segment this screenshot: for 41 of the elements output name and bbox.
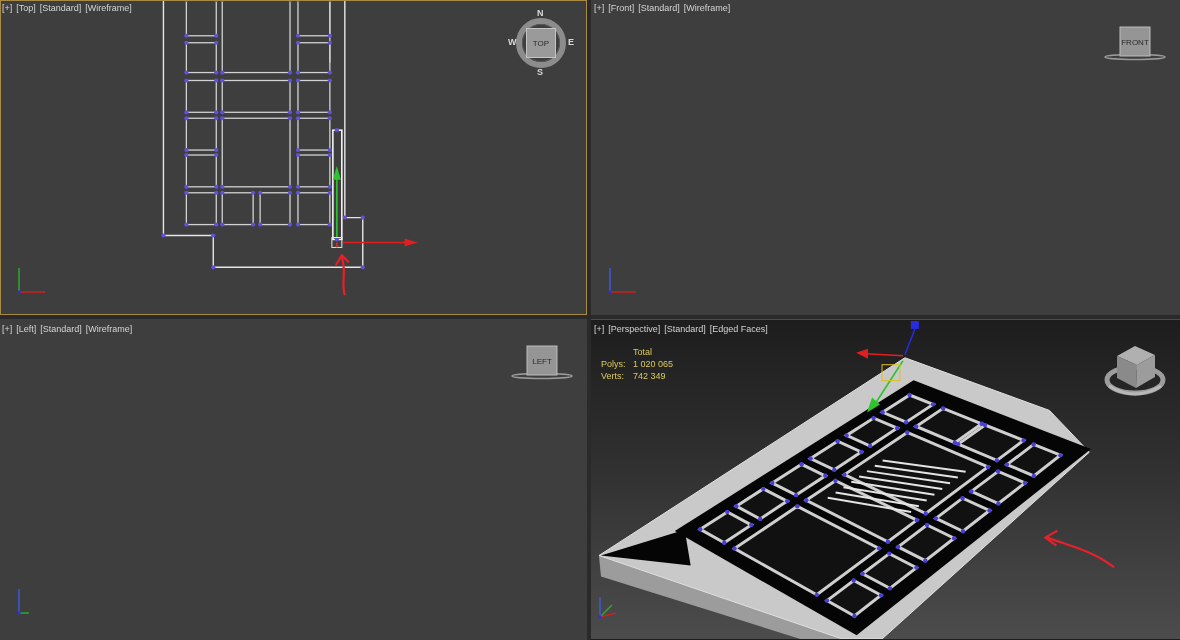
move-gizmo[interactable] <box>856 321 919 413</box>
stats-value: 1 020 065 <box>633 359 674 370</box>
compass-letter: N <box>537 9 544 18</box>
annotation-arrow <box>334 253 350 296</box>
viewport[interactable]: [+] [Top] [Standard] [Wireframe] N W TOP E S <box>0 0 587 315</box>
annotation-arrow <box>1043 529 1115 569</box>
compass-letter: E <box>568 38 574 47</box>
axis-tripod-icon <box>598 597 616 619</box>
axis-tripod-icon <box>608 268 636 294</box>
viewport[interactable]: [+] [Left] [Standard] [Wireframe] LEFT <box>0 319 587 640</box>
stats-label: Polys: <box>601 359 627 370</box>
viewport-menu[interactable]: [Front] <box>608 3 635 14</box>
viewport-menu[interactable]: [Standard] <box>40 324 82 335</box>
axis-tripod-icon <box>17 589 29 615</box>
stats-value: 742 349 <box>633 371 667 382</box>
viewport[interactable]: [+] [Front] [Standard] [Wireframe] FRONT <box>591 0 1180 315</box>
viewport-menu[interactable]: [Perspective] <box>608 324 661 335</box>
viewport-menu[interactable]: [+] <box>2 324 13 335</box>
viewport-menu[interactable]: [Standard] <box>39 3 82 14</box>
move-gizmo[interactable] <box>331 165 418 249</box>
viewcube[interactable]: FRONT <box>1103 21 1167 61</box>
stats-label: Verts: <box>601 371 625 382</box>
stats-heading: Total <box>633 347 653 358</box>
axis-tripod-icon <box>17 268 45 294</box>
viewport-menu[interactable]: [Standard] <box>638 3 680 14</box>
viewport-menu[interactable]: [Wireframe] <box>85 324 133 335</box>
viewport-menu[interactable]: [Wireframe] <box>85 3 132 14</box>
viewport-menu[interactable]: [Left] <box>16 324 37 335</box>
viewport-menu[interactable]: [Edged Faces] <box>709 324 768 335</box>
viewport-menu[interactable]: [Top] <box>16 3 36 14</box>
viewport[interactable]: [+] [Perspective] [Standard] [Edged Faces] Total Polys: 1 020 065 Verts: 742 349 <box>591 319 1180 640</box>
viewport-menu[interactable]: [+] <box>594 324 605 335</box>
viewport-menu[interactable]: [Wireframe] <box>683 3 731 14</box>
viewport-menu[interactable]: [+] <box>594 3 605 14</box>
compass-ring[interactable] <box>516 18 566 68</box>
viewcube[interactable]: LEFT <box>510 340 574 380</box>
viewport-menu[interactable]: [Standard] <box>664 324 706 335</box>
viewport-menu[interactable]: [+] <box>2 3 13 14</box>
compass-letter: W <box>508 38 517 47</box>
viewcube[interactable]: TOP <box>526 28 556 58</box>
compass-letter: S <box>537 68 543 77</box>
